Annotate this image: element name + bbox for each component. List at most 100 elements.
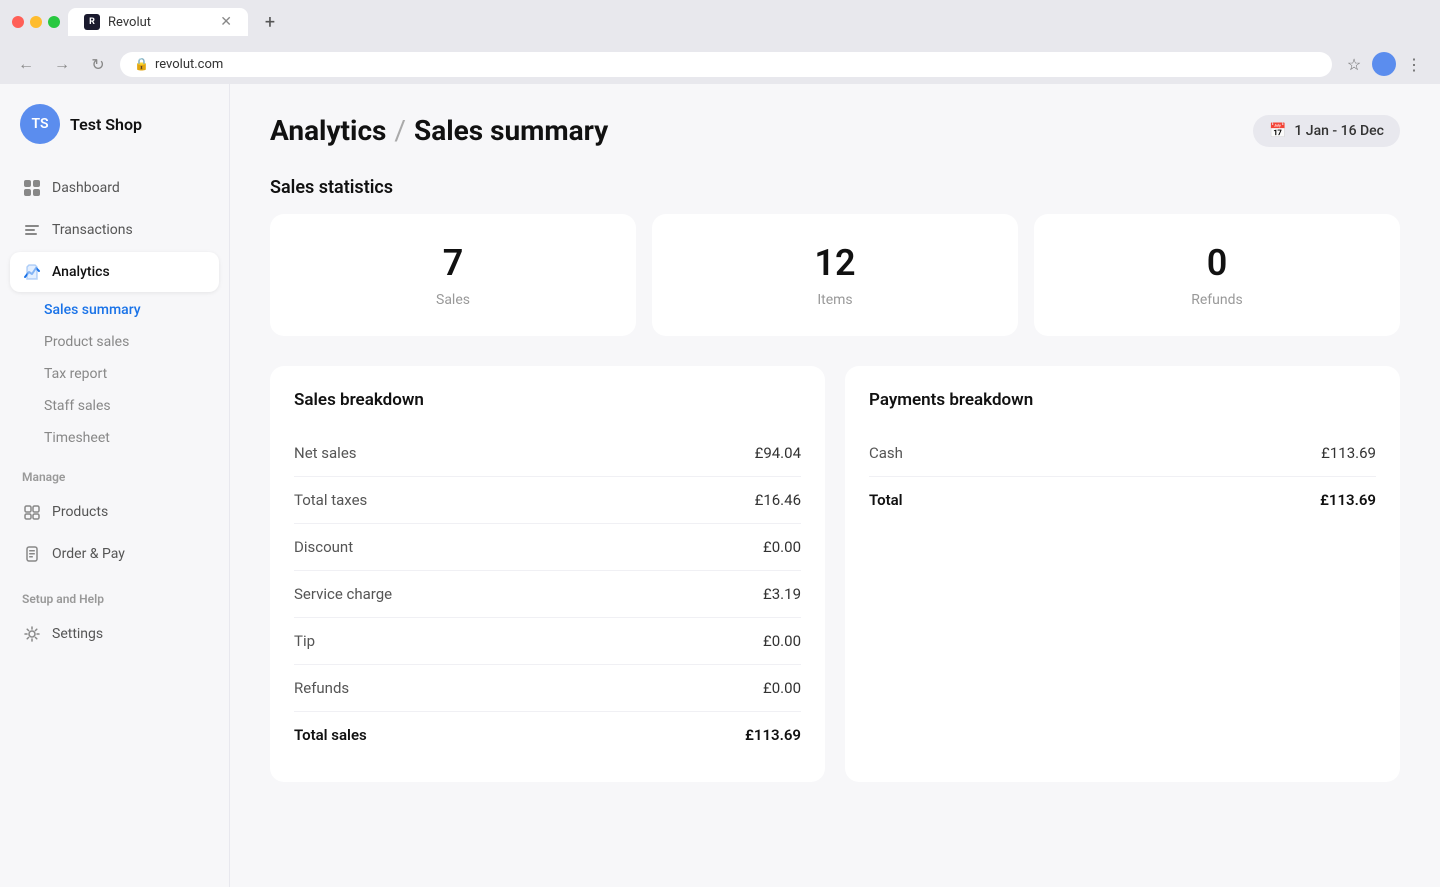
browser-chrome: R Revolut ✕ + ← → ↻ 🔒 revolut.com ☆ ⋮ TS (0, 0, 1440, 887)
manage-nav: Products Order & Pay (0, 492, 229, 574)
window-controls (12, 16, 60, 28)
page-header: Analytics / Sales summary 📅 1 Jan - 16 D… (270, 114, 1400, 147)
cash-value: £113.69 (1321, 444, 1376, 462)
net-sales-value: £94.04 (755, 444, 801, 462)
discount-label: Discount (294, 538, 353, 556)
sidebar-item-order-pay[interactable]: Order & Pay (10, 534, 219, 574)
stat-card-refunds: 0 Refunds (1034, 214, 1400, 336)
lock-icon: 🔒 (134, 57, 149, 71)
analytics-subnav: Sales summary Product sales Tax report S… (0, 294, 229, 454)
breakdown-row-total-taxes: Total taxes £16.46 (294, 477, 801, 524)
dashboard-icon (22, 178, 42, 198)
sidebar-item-settings[interactable]: Settings (10, 614, 219, 654)
date-range-label: 1 Jan - 16 Dec (1294, 123, 1384, 139)
stat-label-sales: Sales (290, 292, 616, 308)
subnav-timesheet[interactable]: Timesheet (20, 422, 219, 454)
breakdown-row-refunds: Refunds £0.00 (294, 665, 801, 712)
sidebar-item-products-label: Products (52, 504, 108, 520)
transactions-icon (22, 220, 42, 240)
address-bar[interactable]: 🔒 revolut.com (120, 52, 1332, 77)
products-icon (22, 502, 42, 522)
discount-value: £0.00 (763, 538, 801, 556)
sidebar-item-products[interactable]: Products (10, 492, 219, 532)
stat-label-items: Items (672, 292, 998, 308)
shop-avatar: TS (20, 104, 60, 144)
stats-section-title: Sales statistics (270, 177, 1400, 198)
tab-title: Revolut (108, 15, 151, 30)
cash-label: Cash (869, 444, 903, 462)
main-content: Analytics / Sales summary 📅 1 Jan - 16 D… (230, 84, 1440, 887)
main-nav: Dashboard Transactions (0, 168, 229, 292)
reload-button[interactable]: ↻ (84, 50, 112, 78)
url-text: revolut.com (155, 57, 223, 72)
sidebar-item-analytics[interactable]: Analytics (10, 252, 219, 292)
stat-card-items: 12 Items (652, 214, 1018, 336)
forward-button[interactable]: → (48, 50, 76, 78)
total-taxes-label: Total taxes (294, 491, 367, 509)
breakdown-row-service-charge: Service charge £3.19 (294, 571, 801, 618)
sales-breakdown-card: Sales breakdown Net sales £94.04 Total t… (270, 366, 825, 782)
stat-value-items: 12 (672, 242, 998, 284)
breakdown-row-payments-total: Total £113.69 (869, 477, 1376, 523)
back-button[interactable]: ← (12, 50, 40, 78)
subnav-product-sales[interactable]: Product sales (20, 326, 219, 358)
setup-section-label: Setup and Help (0, 576, 229, 614)
minimize-dot[interactable] (30, 16, 42, 28)
stat-label-refunds: Refunds (1054, 292, 1380, 308)
stats-section: Sales statistics 7 Sales 12 Items 0 Refu… (270, 177, 1400, 336)
breakdown-section: Sales breakdown Net sales £94.04 Total t… (270, 366, 1400, 782)
total-taxes-value: £16.46 (755, 491, 801, 509)
subnav-sales-summary[interactable]: Sales summary (20, 294, 219, 326)
browser-tab[interactable]: R Revolut ✕ (68, 8, 248, 36)
subnav-tax-report[interactable]: Tax report (20, 358, 219, 390)
browser-titlebar: R Revolut ✕ + (0, 0, 1440, 44)
payments-breakdown-title: Payments breakdown (869, 390, 1376, 410)
shop-header: TS Test Shop (0, 104, 229, 168)
bookmark-button[interactable]: ☆ (1340, 50, 1368, 78)
browser-toolbar: ← → ↻ 🔒 revolut.com ☆ ⋮ (0, 44, 1440, 84)
page-title: Analytics / Sales summary (270, 114, 608, 147)
maximize-dot[interactable] (48, 16, 60, 28)
new-tab-button[interactable]: + (256, 8, 284, 36)
breakdown-row-total-sales: Total sales £113.69 (294, 712, 801, 758)
breakdown-row-cash: Cash £113.69 (869, 430, 1376, 477)
net-sales-label: Net sales (294, 444, 357, 462)
service-charge-label: Service charge (294, 585, 392, 603)
browser-user-avatar[interactable] (1372, 52, 1396, 76)
browser-actions: ☆ ⋮ (1340, 50, 1428, 78)
sidebar-item-settings-label: Settings (52, 626, 103, 642)
date-filter-button[interactable]: 📅 1 Jan - 16 Dec (1253, 115, 1400, 147)
sidebar-item-analytics-label: Analytics (52, 264, 110, 280)
stat-value-sales: 7 (290, 242, 616, 284)
subnav-staff-sales[interactable]: Staff sales (20, 390, 219, 422)
payments-total-label: Total (869, 491, 903, 509)
service-charge-value: £3.19 (763, 585, 801, 603)
stat-card-sales: 7 Sales (270, 214, 636, 336)
sidebar-item-dashboard-label: Dashboard (52, 180, 120, 196)
total-sales-value: £113.69 (745, 726, 801, 744)
sidebar-item-transactions[interactable]: Transactions (10, 210, 219, 250)
stats-cards: 7 Sales 12 Items 0 Refunds (270, 214, 1400, 336)
refunds-label: Refunds (294, 679, 349, 697)
payments-breakdown-card: Payments breakdown Cash £113.69 Total £1… (845, 366, 1400, 782)
settings-icon (22, 624, 42, 644)
total-sales-label: Total sales (294, 726, 367, 744)
tip-label: Tip (294, 632, 315, 650)
breakdown-row-tip: Tip £0.00 (294, 618, 801, 665)
tab-close-button[interactable]: ✕ (220, 14, 232, 30)
close-dot[interactable] (12, 16, 24, 28)
menu-button[interactable]: ⋮ (1400, 50, 1428, 78)
breakdown-row-net-sales: Net sales £94.04 (294, 430, 801, 477)
order-pay-icon (22, 544, 42, 564)
breadcrumb-separator: / (394, 114, 406, 147)
setup-nav: Settings (0, 614, 229, 654)
tab-favicon: R (84, 14, 100, 30)
calendar-icon: 📅 (1269, 123, 1286, 139)
sidebar-item-dashboard[interactable]: Dashboard (10, 168, 219, 208)
sidebar: TS Test Shop Dashboard (0, 84, 230, 887)
app-container: TS Test Shop Dashboard (0, 84, 1440, 887)
payments-total-value: £113.69 (1320, 491, 1376, 509)
sidebar-item-transactions-label: Transactions (52, 222, 133, 238)
manage-section-label: Manage (0, 454, 229, 492)
stat-value-refunds: 0 (1054, 242, 1380, 284)
